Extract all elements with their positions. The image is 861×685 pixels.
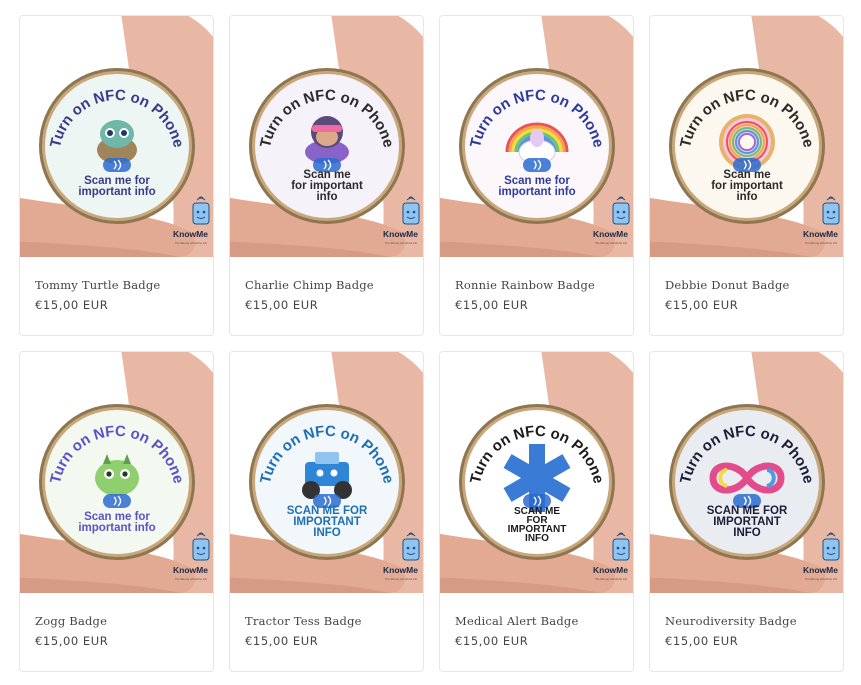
price-amount: €15,00 <box>665 298 709 312</box>
price-currency: EUR <box>502 634 529 648</box>
nfc-badge: Turn on NFC on PhoneSCAN ME FORIMPORTANT… <box>249 404 405 560</box>
price-amount: €15,00 <box>455 634 499 648</box>
svg-text:KnowMe: KnowMe <box>593 565 628 575</box>
nfc-icon <box>103 158 131 172</box>
product-image[interactable]: Turn on NFC on Phone SCAN ME FOR IMPORTANT I… <box>440 352 633 593</box>
product-grid: Turn on NFC on Phone Scan me for important… <box>19 15 844 672</box>
product-image[interactable]: Turn on NFC on Phone Scan me for important… <box>440 16 633 257</box>
product-title[interactable]: Tommy Turtle Badge <box>35 278 160 292</box>
svg-text:KnowMe: KnowMe <box>173 229 208 239</box>
product-image[interactable]: Turn on NFC on Phone SCAN ME FOR IMPORTANT… <box>650 352 843 593</box>
price-currency: EUR <box>292 634 319 648</box>
badge-scan-text: important info <box>78 186 155 198</box>
svg-text:KnowMe: KnowMe <box>383 229 418 239</box>
svg-text:The little tag with all the in: The little tag with all the info <box>385 577 418 581</box>
svg-text:KnowMe: KnowMe <box>173 565 208 575</box>
price-amount: €15,00 <box>455 298 499 312</box>
badge-scan-text: INFO <box>525 533 549 544</box>
svg-text:KnowMe: KnowMe <box>383 565 418 575</box>
svg-text:The little tag with all the in: The little tag with all the info <box>805 241 838 245</box>
product-title[interactable]: Tractor Tess Badge <box>245 614 362 628</box>
product-price: €15,00 EUR <box>455 634 528 648</box>
product-card[interactable]: Turn on NFC on Phone Scan me for important… <box>19 15 214 336</box>
nfc-badge: Turn on NFC on PhoneScan mefor important… <box>669 68 825 224</box>
badge-scan-text: INFO <box>733 527 761 539</box>
product-title[interactable]: Zogg Badge <box>35 614 107 628</box>
nfc-badge: Turn on NFC on PhoneScan me forimportant… <box>39 404 195 560</box>
price-amount: €15,00 <box>35 298 79 312</box>
product-price: €15,00 EUR <box>245 298 318 312</box>
price-currency: EUR <box>82 298 109 312</box>
nfc-badge: Turn on NFC on PhoneSCAN MEFORIMPORTANTI… <box>459 404 615 560</box>
price-currency: EUR <box>502 298 529 312</box>
product-title[interactable]: Charlie Chimp Badge <box>245 278 374 292</box>
badge-scan-text: info <box>736 191 757 203</box>
product-price: €15,00 EUR <box>455 298 528 312</box>
turtle-icon <box>97 120 137 164</box>
price-currency: EUR <box>712 634 739 648</box>
price-amount: €15,00 <box>245 634 289 648</box>
svg-text:The little tag with all the in: The little tag with all the info <box>175 241 208 245</box>
svg-text:The little tag with all the in: The little tag with all the info <box>385 241 418 245</box>
product-card[interactable]: Turn on NFC on Phone SCAN ME FOR IMPORTANT I… <box>439 351 634 672</box>
badge-scan-text: INFO <box>313 527 341 539</box>
svg-text:KnowMe: KnowMe <box>803 565 838 575</box>
product-price: €15,00 EUR <box>665 634 738 648</box>
badge-scan-text: important info <box>78 522 155 534</box>
badge-scan-text: info <box>316 191 337 203</box>
product-image[interactable]: Turn on NFC on Phone SCAN ME FOR IMPORTANT… <box>230 352 423 593</box>
badge-scan-text: important info <box>498 186 575 198</box>
svg-text:KnowMe: KnowMe <box>803 229 838 239</box>
nfc-icon <box>523 158 551 172</box>
svg-text:The little tag with all the in: The little tag with all the info <box>175 577 208 581</box>
product-card[interactable]: Turn on NFC on Phone Scan me for important… <box>19 351 214 672</box>
nfc-badge: Turn on NFC on PhoneSCAN ME FORIMPORTANT… <box>669 404 825 560</box>
product-price: €15,00 EUR <box>665 298 738 312</box>
price-currency: EUR <box>82 634 109 648</box>
svg-text:The little tag with all the in: The little tag with all the info <box>805 577 838 581</box>
product-price: €15,00 EUR <box>35 298 108 312</box>
price-currency: EUR <box>292 298 319 312</box>
nfc-icon <box>103 494 131 508</box>
nfc-badge: Turn on NFC on PhoneScan mefor important… <box>249 68 405 224</box>
product-card[interactable]: Turn on NFC on Phone Scan me for important… <box>229 15 424 336</box>
product-card[interactable]: Turn on NFC on Phone SCAN ME FOR IMPORTANT… <box>649 351 844 672</box>
svg-text:The little tag with all the in: The little tag with all the info <box>595 577 628 581</box>
nfc-badge: Turn on NFC on PhoneScan me forimportant… <box>459 68 615 224</box>
price-amount: €15,00 <box>245 298 289 312</box>
price-currency: EUR <box>712 298 739 312</box>
product-title[interactable]: Medical Alert Badge <box>455 614 578 628</box>
product-card[interactable]: Turn on NFC on Phone Scan me for important… <box>439 15 634 336</box>
product-title[interactable]: Debbie Donut Badge <box>665 278 790 292</box>
product-card[interactable]: Turn on NFC on Phone SCAN ME FOR IMPORTANT… <box>229 351 424 672</box>
nfc-badge: Turn on NFC on PhoneScan me forimportant… <box>39 68 195 224</box>
product-image[interactable]: Turn on NFC on Phone Scan me for important… <box>20 352 213 593</box>
product-price: €15,00 EUR <box>245 634 318 648</box>
product-image[interactable]: Turn on NFC on Phone Scan me for important… <box>20 16 213 257</box>
product-title[interactable]: Ronnie Rainbow Badge <box>455 278 595 292</box>
svg-text:KnowMe: KnowMe <box>593 229 628 239</box>
price-amount: €15,00 <box>665 634 709 648</box>
price-amount: €15,00 <box>35 634 79 648</box>
product-image[interactable]: Turn on NFC on Phone Scan me for important… <box>230 16 423 257</box>
svg-text:The little tag with all the in: The little tag with all the info <box>595 241 628 245</box>
product-card[interactable]: Turn on NFC on Phone Scan me for important… <box>649 15 844 336</box>
product-price: €15,00 EUR <box>35 634 108 648</box>
product-image[interactable]: Turn on NFC on Phone Scan me for important… <box>650 16 843 257</box>
product-title[interactable]: Neurodiversity Badge <box>665 614 797 628</box>
